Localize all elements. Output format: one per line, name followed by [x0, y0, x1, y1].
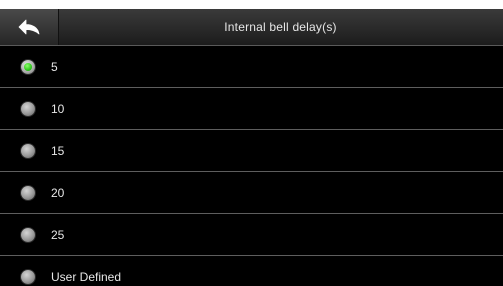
header-bar: Internal bell delay(s) — [0, 9, 503, 46]
radio-selected-icon[interactable] — [21, 59, 35, 74]
page-title: Internal bell delay(s) — [224, 20, 337, 34]
option-25[interactable]: 25 — [0, 214, 503, 256]
radio-icon[interactable] — [21, 185, 35, 200]
radio-icon[interactable] — [21, 101, 35, 116]
option-label: 5 — [51, 59, 58, 74]
option-list: 5 10 15 20 25 User Defined — [0, 46, 503, 286]
option-label: 20 — [51, 185, 65, 200]
radio-icon[interactable] — [21, 143, 35, 158]
option-label: User Defined — [51, 269, 122, 284]
option-5[interactable]: 5 — [0, 46, 503, 88]
option-label: 25 — [51, 227, 65, 242]
option-10[interactable]: 10 — [0, 88, 503, 130]
radio-icon[interactable] — [21, 269, 35, 284]
back-button[interactable] — [0, 9, 59, 45]
option-label: 10 — [51, 101, 65, 116]
settings-screen: Internal bell delay(s) 5 10 15 20 25 Use… — [0, 9, 503, 286]
option-20[interactable]: 20 — [0, 172, 503, 214]
option-15[interactable]: 15 — [0, 130, 503, 172]
radio-icon[interactable] — [21, 227, 35, 242]
option-label: 15 — [51, 143, 65, 158]
back-arrow-icon — [18, 19, 40, 35]
option-user-defined[interactable]: User Defined — [0, 256, 503, 286]
